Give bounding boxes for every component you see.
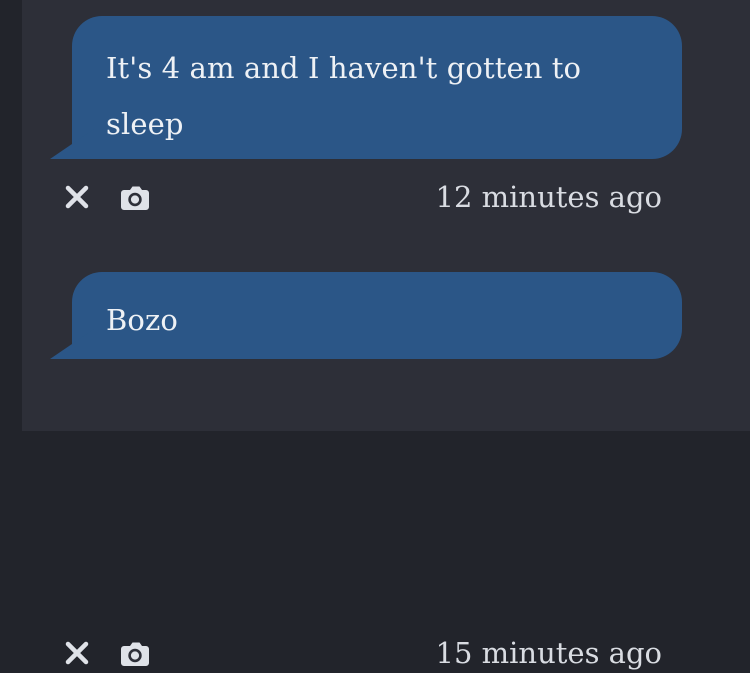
close-button[interactable] [60, 636, 94, 670]
message-timestamp: 15 minutes ago [435, 636, 662, 670]
camera-icon [121, 642, 149, 666]
message-bubble: It's 4 am and I haven't gotten to sleep [72, 16, 682, 159]
close-icon [65, 185, 89, 209]
message-timestamp: 12 minutes ago [435, 180, 662, 214]
message-text: Bozo [106, 303, 178, 337]
camera-button[interactable] [118, 180, 152, 214]
close-button[interactable] [60, 180, 94, 214]
message-meta: 12 minutes ago [60, 177, 662, 217]
camera-icon [121, 186, 149, 210]
camera-button[interactable] [118, 636, 152, 670]
message-text: It's 4 am and I haven't gotten to sleep [106, 51, 582, 141]
close-icon [65, 641, 89, 665]
message-bubble: Bozo [72, 272, 682, 359]
message-meta: 15 minutes ago [60, 633, 662, 673]
chat-screen: It's 4 am and I haven't gotten to sleep … [0, 0, 750, 670]
